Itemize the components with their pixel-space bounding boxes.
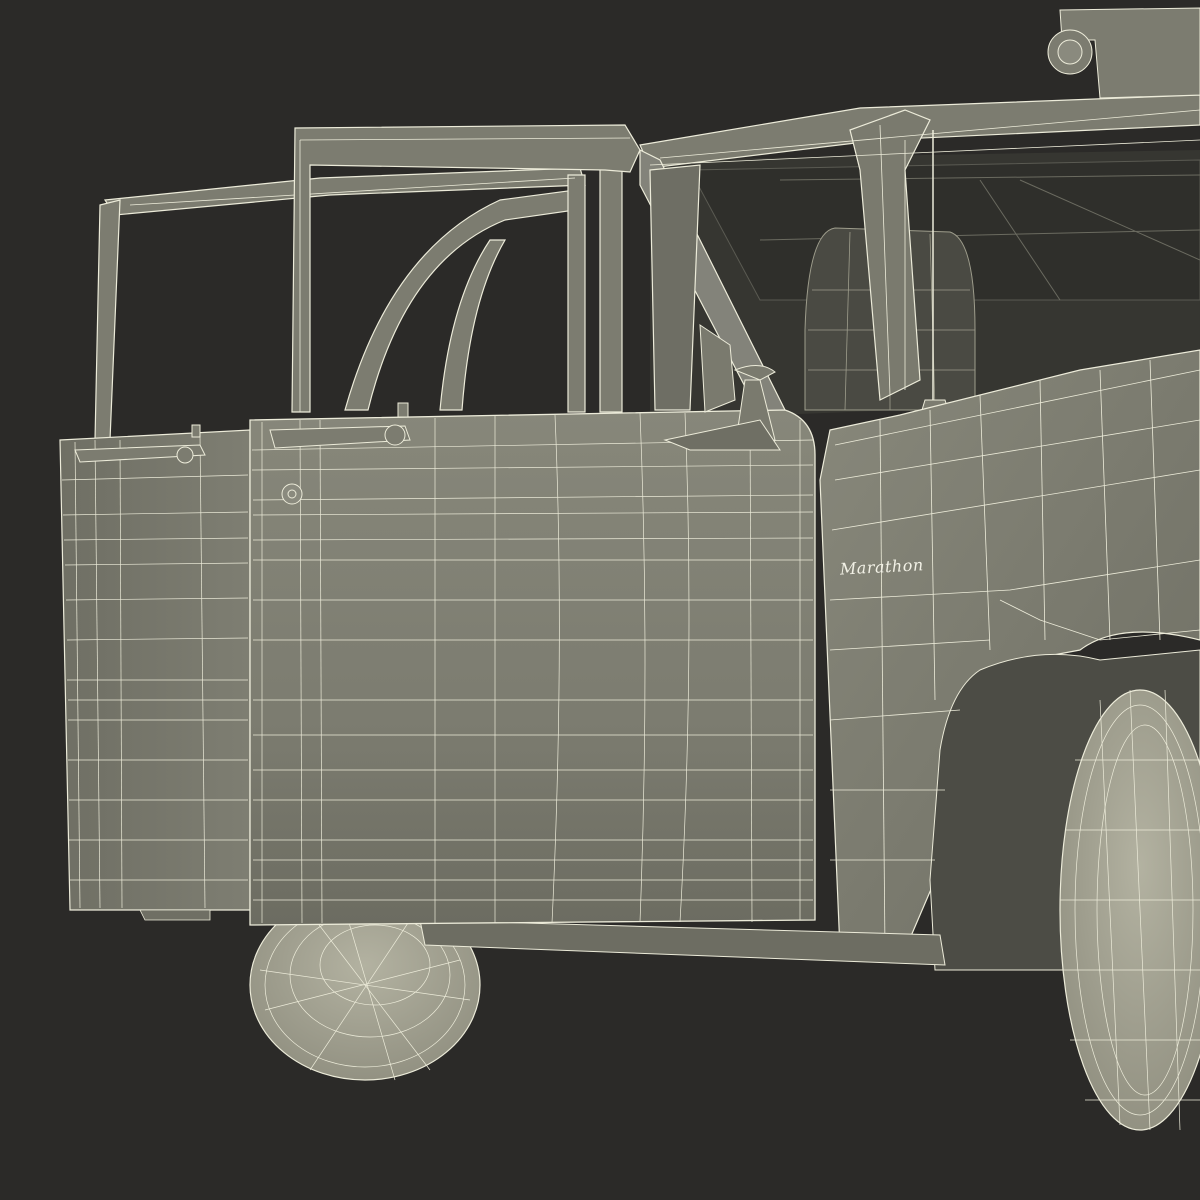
car-wireframe-render: Marathon <box>0 0 1200 1200</box>
door-lock-icon <box>281 483 303 505</box>
rear-door <box>59 429 251 921</box>
front-door <box>249 409 816 926</box>
